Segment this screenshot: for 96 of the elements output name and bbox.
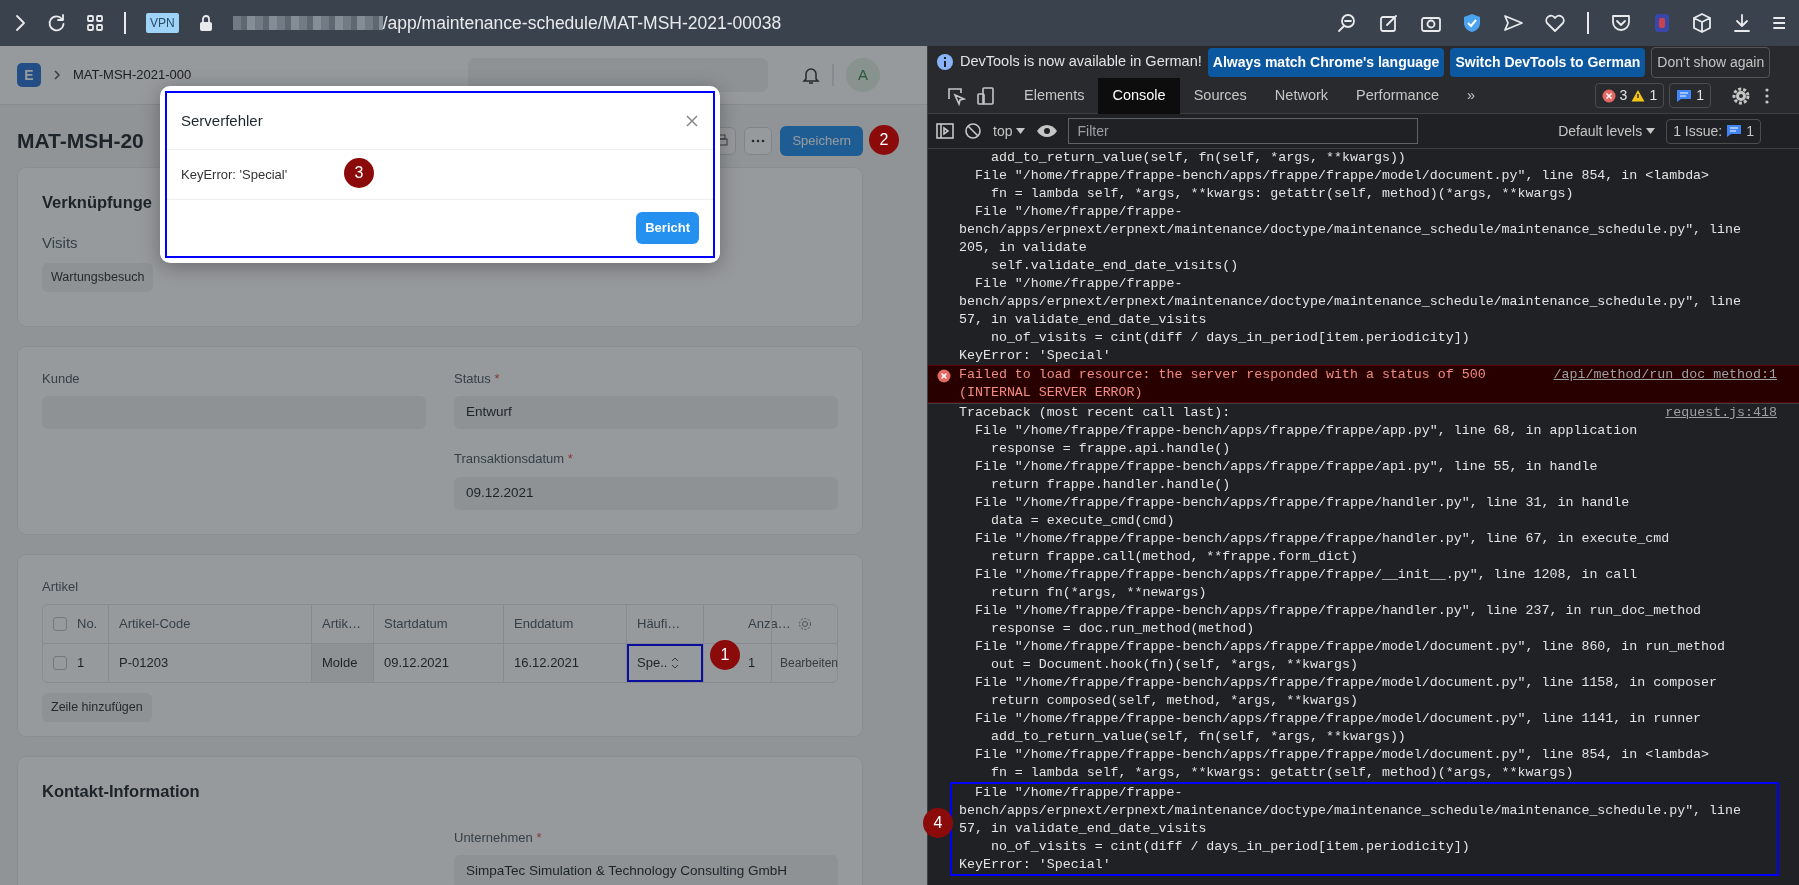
devtools-tab[interactable]: Sources	[1179, 77, 1261, 114]
console-line: File "/home/frappe/frappe-bench/apps/frappe/frappe/app.py", line 68, in application	[973, 422, 1638, 440]
console-line: response = doc.run_method(method)	[989, 620, 1255, 638]
select-cell[interactable]: Spe..	[626, 644, 703, 682]
console-line: bench/apps/erpnext/erpnext/maintenance/doctype/maintenance_schedule/maintenance_schedule.py", line	[959, 802, 1741, 820]
table-cell: Molde	[311, 644, 373, 682]
address-bar-url[interactable]: /app/maintenance-schedule/MAT-MSH-2021-00038	[382, 9, 782, 37]
console-line: KeyError: 'Special'	[959, 856, 1111, 874]
input-field[interactable]: Entwurf	[454, 396, 838, 429]
console-line: return frappe.handler.handle()	[989, 476, 1231, 494]
levels-dropdown[interactable]: Default levels	[1557, 119, 1657, 143]
console-line: fn = lambda self, *args, **kwargs: getattr(self, method)(*args, **kwargs)	[989, 764, 1574, 782]
column-header: No.	[77, 615, 98, 634]
console-line: File "/home/frappe/frappe-bench/apps/frappe/frappe/handler.py", line 31, in handle	[973, 494, 1630, 512]
group-label: Visits	[42, 233, 79, 254]
breadcrumb-link[interactable]: MAT-MSH-2021-000	[73, 65, 192, 85]
console-line: return composed(self, method, *args, **kwargs)	[989, 692, 1358, 710]
required-mark: *	[494, 370, 500, 386]
console-line: 205, in validate	[959, 239, 1087, 257]
edit-link[interactable]: Bearbeiten	[771, 644, 838, 682]
warning-count: 1	[1649, 86, 1658, 105]
console-line: 57, in validate_end_date_visits	[959, 820, 1207, 838]
source-link[interactable]: request.js:418	[1665, 404, 1777, 422]
column-header: Häufi…	[637, 615, 681, 634]
field-label: Kunde	[42, 369, 81, 388]
error-line: Failed to load resource: the server responded with a status of 500	[959, 366, 1486, 384]
console-line: File "/home/frappe/frappe-bench/apps/frappe/frappe/model/document.py", line 854, in <lambda>	[973, 167, 1710, 185]
console-line: File "/home/frappe/frappe-	[973, 275, 1183, 293]
section-title: Kontakt-Information	[42, 780, 201, 802]
console-line: fn = lambda self, *args, **kwargs: getattr(self, method)(*args, **kwargs)	[989, 185, 1574, 203]
table-cell[interactable]: 09.12.2021	[373, 644, 503, 682]
column-header: Anza…	[748, 615, 791, 634]
console-line: KeyError: 'Special'	[959, 347, 1111, 365]
infobar-button[interactable]: Always match Chrome's language	[1207, 47, 1445, 77]
console-line: bench/apps/erpnext/erpnext/maintenance/doctype/maintenance_schedule/maintenance_schedule.py", line	[959, 293, 1741, 311]
console-line: add_to_return_value(self, fn(self, *args, **kwargs))	[989, 149, 1406, 167]
console-line: File "/home/frappe/frappe-bench/apps/frappe/frappe/model/document.py", line 860, in run_method	[973, 638, 1726, 656]
error-line: (INTERNAL SERVER ERROR)	[959, 384, 1143, 402]
field-label: Transaktionsdatum	[454, 451, 565, 466]
table-cell[interactable]: 16.12.2021	[503, 644, 626, 682]
required-mark: *	[536, 829, 542, 845]
infobar-button[interactable]: Switch DevTools to German	[1450, 47, 1646, 77]
required-mark: *	[567, 451, 573, 466]
column-header: Artik…	[322, 615, 361, 634]
console-line: File "/home/frappe/frappe-bench/apps/frappe/frappe/handler.py", line 237, in run_doc_method	[973, 602, 1702, 620]
more-tabs-button[interactable]: »	[1453, 77, 1490, 114]
console-line: File "/home/frappe/frappe-bench/apps/frappe/frappe/__init__.py", line 1208, in call	[973, 566, 1638, 584]
issue-counter[interactable]: 3 1	[1594, 83, 1665, 108]
add-row-button[interactable]: Zeile hinzufügen	[42, 693, 152, 722]
column-header: Enddatum	[514, 615, 574, 634]
message-counter[interactable]: 1	[1669, 83, 1711, 108]
console-line: File "/home/frappe/frappe-bench/apps/frappe/frappe/model/document.py", line 854, in <lambda>	[973, 746, 1710, 764]
report-button[interactable]: Bericht	[636, 212, 699, 244]
devtools-tab[interactable]: Network	[1260, 77, 1343, 114]
devtools-tab[interactable]: Console	[1098, 77, 1180, 114]
console-line: return frappe.call(method, **frappe.form_dict)	[989, 548, 1358, 566]
input-field[interactable]: 09.12.2021	[454, 476, 838, 510]
console-line: bench/apps/erpnext/erpnext/maintenance/doctype/maintenance_schedule/maintenance_schedule.py", line	[959, 221, 1741, 239]
console-line: no_of_visits = cint(diff / days_in_period[item.periodicity])	[989, 838, 1470, 856]
context-dropdown[interactable]: top	[992, 119, 1027, 143]
field-label: Status	[454, 370, 491, 386]
source-link[interactable]: /api/method/run_doc_method:1	[1553, 366, 1777, 384]
devtools-tab[interactable]: Elements	[1010, 77, 1099, 114]
console-line: File "/home/frappe/frappe-bench/apps/frappe/frappe/handler.py", line 67, in execute_cmd	[973, 530, 1670, 548]
console-line: Traceback (most recent call last):	[959, 404, 1231, 422]
info-message: DevTools is now available in German!	[960, 52, 1202, 72]
field-label: Unternehmen	[454, 829, 533, 845]
console-line: return fn(*args, **newargs)	[989, 584, 1207, 602]
vpn-badge[interactable]: VPN	[146, 13, 179, 33]
console-line: data = execute_cmd(cmd)	[989, 512, 1175, 530]
page-title: MAT-MSH-20	[17, 128, 144, 154]
column-header: Artikel-Code	[119, 615, 191, 634]
section-title: Verknüpfunge	[42, 191, 153, 213]
console-line: File "/home/frappe/frappe-	[973, 784, 1183, 802]
console-line: self.validate_end_date_visits()	[989, 257, 1239, 275]
input-field[interactable]: SimpaTec Simulation & Technology Consulting GmbH	[454, 855, 838, 885]
console-line: no_of_visits = cint(diff / days_in_period[item.periodicity])	[989, 329, 1470, 347]
issues-button[interactable]: 1 Issue: 1	[1666, 118, 1761, 144]
infobar-button[interactable]: Don't show again	[1651, 46, 1771, 78]
console-line: File "/home/frappe/frappe-bench/apps/frappe/frappe/model/document.py", line 1141, in runner	[973, 710, 1702, 728]
filter-field[interactable]: Filter	[1068, 118, 1419, 144]
console-line: File "/home/frappe/frappe-	[973, 203, 1183, 221]
section-label: Artikel	[42, 577, 80, 596]
console-line: response = frappe.api.handle()	[989, 440, 1231, 458]
console-line: 57, in validate_end_date_visits	[959, 311, 1207, 329]
console-line: out = Document.hook(fn)(self, *args, **kwargs)	[989, 656, 1358, 674]
console-line: File "/home/frappe/frappe-bench/apps/frappe/frappe/api.py", line 55, in handle	[973, 458, 1598, 476]
column-header: Startdatum	[384, 615, 448, 634]
console-line: add_to_return_value(self, fn(self, *args, **kwargs))	[989, 728, 1406, 746]
error-message: KeyError: 'Special'	[181, 165, 288, 184]
dialog-title: Serverfehler	[181, 110, 263, 131]
table-cell-text: 1	[77, 654, 85, 673]
devtools-tab[interactable]: Performance	[1342, 77, 1454, 114]
console-line: File "/home/frappe/frappe-bench/apps/frappe/frappe/model/document.py", line 1158, in composer	[973, 674, 1718, 692]
error-count: 3	[1619, 86, 1628, 105]
link-button[interactable]: Wartungsbesuch	[42, 262, 154, 292]
